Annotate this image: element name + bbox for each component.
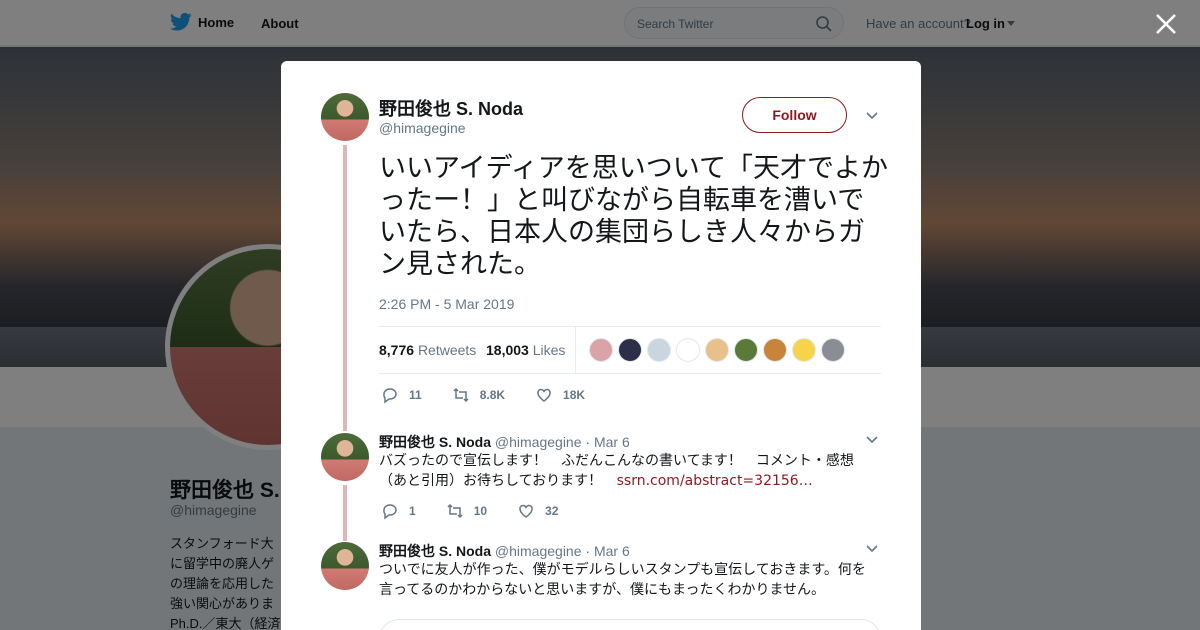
reply-count: 1 [409, 504, 416, 518]
follow-button[interactable]: Follow [742, 97, 847, 133]
tweet-actions: 11 8.8K 18K [381, 386, 615, 404]
liker-avatar[interactable] [676, 338, 700, 362]
retweet-icon [447, 503, 463, 519]
thread-line [343, 145, 347, 431]
chevron-down-icon[interactable] [865, 433, 879, 447]
tweet-modal: 野田俊也 S. Noda @himagegine Follow いいアイディアを… [281, 61, 921, 630]
reply-icon [383, 388, 397, 404]
reply-author-name[interactable]: 野田俊也 S. Noda [379, 543, 491, 559]
retweet-button[interactable]: 8.8K [452, 386, 505, 404]
liker-avatar[interactable] [792, 338, 816, 362]
liker-avatar[interactable] [821, 338, 845, 362]
reply-count: 11 [409, 388, 422, 402]
reply-button[interactable]: 11 [381, 386, 422, 404]
reply-button[interactable]: 1 [381, 502, 416, 520]
reply-avatar[interactable] [321, 542, 369, 590]
reply-author-handle[interactable]: @himagegine [495, 434, 582, 450]
stats-divider [575, 327, 576, 374]
like-button[interactable]: 32 [517, 502, 558, 520]
tweet-timestamp[interactable]: 2:26 PM - 5 Mar 2019 [379, 296, 514, 312]
retweets-stat[interactable]: 8,776 Retweets [379, 342, 476, 358]
reply-header: 野田俊也 S. Noda @himagegine · Mar 6 [379, 541, 630, 561]
retweet-button[interactable]: 10 [446, 502, 487, 520]
tweet-stats: 8,776 Retweets 18,003 Likes [379, 326, 881, 374]
heart-icon [519, 504, 533, 518]
liker-avatar[interactable] [589, 338, 613, 362]
likes-label: Likes [532, 342, 566, 358]
reply-date[interactable]: · Mar 6 [585, 543, 629, 559]
reply-author-handle[interactable]: @himagegine [495, 543, 582, 559]
reply-avatar[interactable] [321, 433, 369, 481]
liker-avatar[interactable] [647, 338, 671, 362]
thread-line [343, 485, 347, 541]
retweet-count: 8.8K [479, 388, 506, 402]
liker-avatar[interactable] [705, 338, 729, 362]
retweets-label: Retweets [417, 342, 477, 358]
retweets-count: 8,776 [379, 342, 415, 358]
author-handle[interactable]: @himagegine [379, 120, 466, 136]
reply-date[interactable]: · Mar 6 [585, 434, 629, 450]
reply-link[interactable]: ssrn.com/abstract=32156… [617, 473, 813, 489]
author-name[interactable]: 野田俊也 S. Noda [379, 95, 523, 121]
author-avatar[interactable] [321, 93, 369, 141]
retweet-count: 10 [473, 504, 488, 518]
liker-avatars [589, 338, 845, 362]
reply-text: バズったので宣伝します！ ふだんこんなの書いてます！ コメント・感想（あと引用）… [379, 451, 869, 491]
tweet-text: いいアイディアを思いついて「天才でよかったー！」と叫びながら自転車を漕いでいたら… [379, 153, 888, 280]
likes-stat[interactable]: 18,003 Likes [486, 342, 565, 358]
reply-author-name[interactable]: 野田俊也 S. Noda [379, 434, 491, 450]
likes-count: 18,003 [486, 342, 529, 358]
liker-avatar[interactable] [734, 338, 758, 362]
chevron-down-icon[interactable] [865, 542, 879, 556]
reply-header: 野田俊也 S. Noda @himagegine · Mar 6 [379, 432, 630, 452]
like-button[interactable]: 18K [535, 386, 585, 404]
like-count: 32 [545, 504, 559, 518]
liker-avatar[interactable] [763, 338, 787, 362]
reply-text: ついでに友人が作った、僕がモデルらしいスタンプも宣伝しておきます。何を言ってるの… [379, 562, 866, 598]
close-icon[interactable] [1154, 12, 1178, 36]
retweet-icon [453, 387, 469, 403]
reply-actions: 1 10 32 [381, 502, 588, 520]
chevron-down-icon[interactable] [865, 109, 879, 123]
like-count: 18K [563, 388, 586, 402]
reply-input[interactable] [379, 619, 881, 630]
heart-icon [537, 388, 551, 402]
liker-avatar[interactable] [618, 338, 642, 362]
reply-icon [383, 504, 397, 520]
